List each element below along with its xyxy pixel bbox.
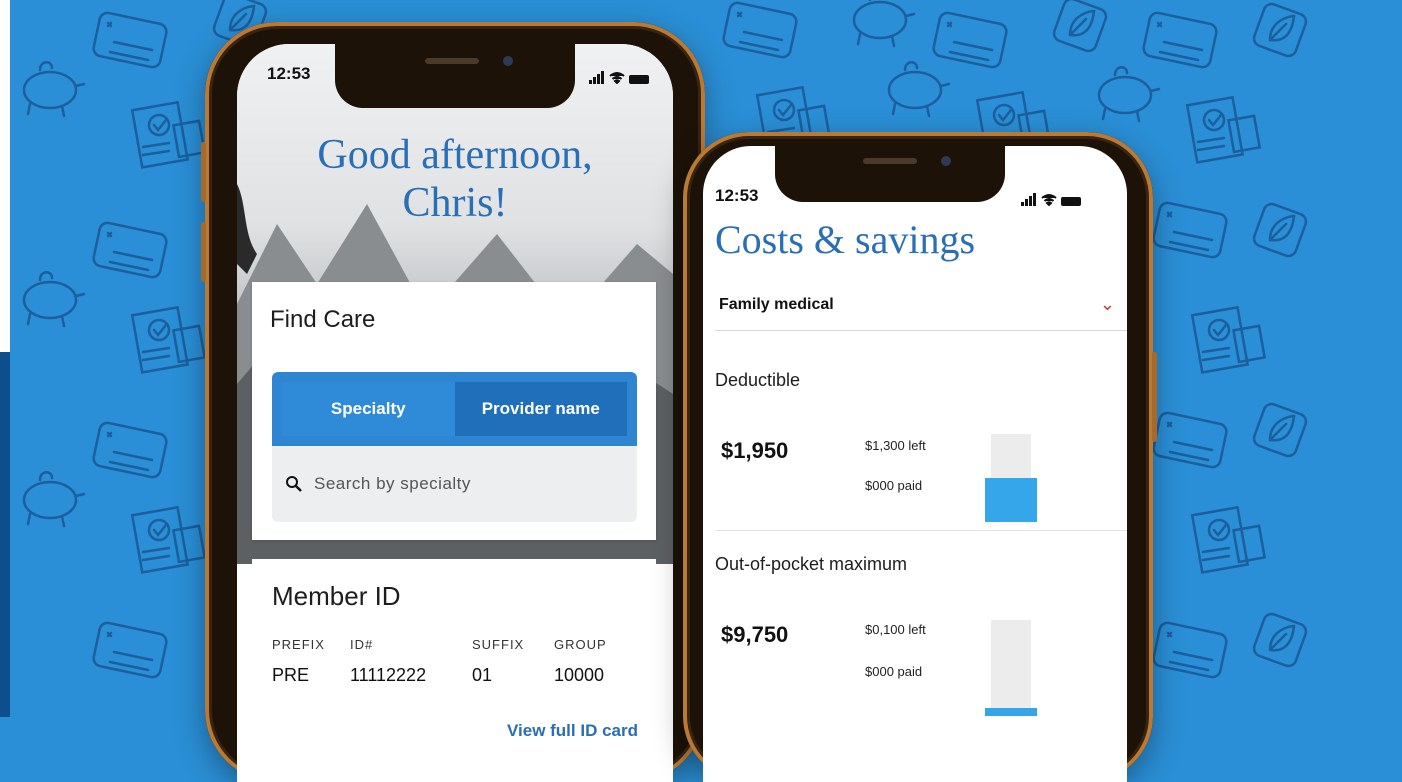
status-time: 12:53	[267, 64, 311, 83]
deductible-title: Deductible	[715, 370, 801, 390]
volume-button	[201, 142, 206, 202]
deductible-bar-track	[985, 434, 1037, 522]
wifi-icon	[1041, 194, 1057, 206]
oop-amount: $9,750	[721, 622, 789, 647]
greeting-line-2: Chris!	[402, 180, 508, 226]
power-button	[1152, 352, 1157, 442]
find-care-tabs: Specialty Provider name	[282, 382, 627, 436]
phone-notch	[335, 44, 575, 108]
phone-costs: 12:53 Costs & savings Family medical ⌄ D…	[683, 132, 1157, 782]
find-care-title: Find Care	[270, 306, 376, 333]
tab-specialty[interactable]: Specialty	[282, 382, 455, 436]
status-icons	[1021, 188, 1081, 206]
specialty-search-input[interactable]: Search by specialty	[272, 446, 637, 522]
find-care-card: Find Care Specialty Provider name Search…	[252, 282, 656, 540]
member-id-grid: PREFIX ID# SUFFIX GROUP PRE 11112222 01 …	[272, 637, 632, 695]
signal-icon	[1021, 188, 1037, 206]
phone-notch	[775, 146, 1005, 202]
battery-icon	[1061, 197, 1081, 206]
find-care-tabs-container: Specialty Provider name	[272, 372, 637, 446]
volume-button	[201, 222, 206, 282]
member-val-prefix: PRE	[272, 665, 310, 685]
oop-title: Out-of-pocket maximum	[715, 554, 908, 574]
member-val-suffix: 01	[472, 665, 493, 685]
deductible-paid: $000 paid	[865, 478, 923, 493]
plan-select-value: Family medical	[719, 296, 834, 313]
member-col-prefix: PREFIX	[272, 637, 325, 652]
oop-bar-fill	[985, 708, 1037, 716]
deductible-amount: $1,950	[721, 438, 789, 463]
member-id-card: Member ID PREFIX ID# SUFFIX GROUP PRE 11…	[252, 559, 656, 759]
front-camera	[503, 56, 513, 66]
chevron-down-icon: ⌄	[1099, 294, 1115, 314]
speaker	[863, 158, 917, 164]
tab-provider-name[interactable]: Provider name	[454, 382, 627, 436]
page-title: Costs & savings	[715, 217, 976, 262]
member-val-id: 11112222	[350, 665, 427, 685]
oop-paid: $000 paid	[865, 664, 923, 679]
speaker	[425, 58, 479, 64]
deductible-bar-fill	[985, 478, 1037, 522]
oop-left: $0,100 left	[865, 622, 926, 637]
oop-bar-track	[985, 620, 1037, 716]
search-icon	[286, 476, 302, 492]
search-placeholder: Search by specialty	[314, 474, 471, 493]
status-time: 12:53	[715, 186, 759, 205]
member-col-group: GROUP	[554, 637, 607, 652]
costs-screen: 12:53 Costs & savings Family medical ⌄ D…	[703, 146, 1127, 782]
plan-select-dropdown[interactable]: Family medical ⌄	[715, 284, 1127, 331]
home-screen: 12:53 Good afternoon, Chris! Find Care S…	[237, 44, 673, 782]
section-divider	[715, 530, 1127, 531]
member-id-title: Member ID	[272, 581, 401, 611]
wifi-icon	[609, 72, 625, 84]
status-icons	[589, 66, 649, 84]
signal-icon	[589, 66, 605, 84]
member-val-group: 10000	[554, 665, 605, 685]
member-col-suffix: SUFFIX	[472, 637, 525, 652]
left-edge-strip-dark	[0, 352, 10, 717]
greeting-line-1: Good afternoon,	[317, 132, 593, 178]
phone-home: 12:53 Good afternoon, Chris! Find Care S…	[201, 22, 709, 782]
battery-icon	[629, 75, 649, 84]
view-full-id-card-link[interactable]: View full ID card	[507, 721, 638, 741]
member-col-id: ID#	[350, 637, 374, 652]
front-camera	[941, 156, 951, 166]
deductible-left: $1,300 left	[865, 438, 926, 453]
